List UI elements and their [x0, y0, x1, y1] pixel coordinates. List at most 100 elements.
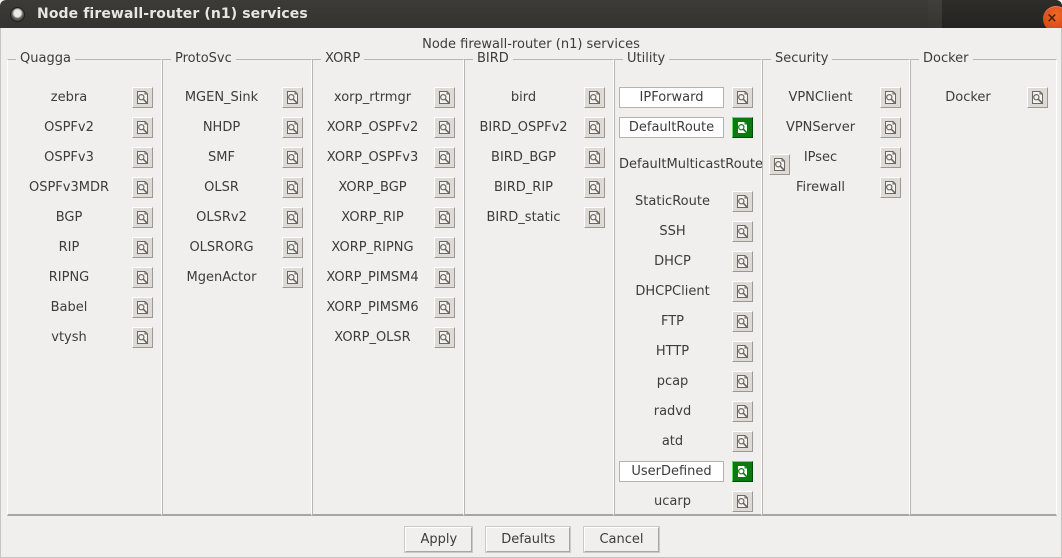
service-name-ftp[interactable]: FTP: [619, 314, 728, 329]
service-config-button[interactable]: [434, 116, 455, 138]
service-config-button[interactable]: [282, 116, 303, 138]
service-config-button[interactable]: [732, 460, 753, 482]
service-name-xorp_bgp[interactable]: XORP_BGP: [317, 180, 430, 195]
service-config-button[interactable]: [880, 176, 901, 198]
service-config-button[interactable]: [732, 280, 753, 302]
service-config-button[interactable]: [732, 490, 753, 512]
service-config-button[interactable]: [434, 176, 455, 198]
service-name-nhdp[interactable]: NHDP: [167, 120, 278, 135]
service-config-button[interactable]: [732, 430, 753, 452]
service-name-ucarp[interactable]: ucarp: [619, 494, 728, 509]
service-name-radvd[interactable]: radvd: [619, 404, 728, 419]
service-config-button[interactable]: [282, 86, 303, 108]
cancel-button[interactable]: Cancel: [584, 526, 659, 552]
apply-button[interactable]: Apply: [405, 526, 473, 552]
service-name-http[interactable]: HTTP: [619, 344, 728, 359]
service-name-xorp_ripng[interactable]: XORP_RIPNG: [317, 240, 430, 255]
defaults-button[interactable]: Defaults: [486, 526, 571, 552]
service-name-xorp_rtrmgr[interactable]: xorp_rtrmgr: [317, 90, 430, 105]
service-config-button[interactable]: [880, 116, 901, 138]
service-name-firewall[interactable]: Firewall: [767, 180, 876, 195]
service-name-bird_rip[interactable]: BIRD_RIP: [469, 180, 580, 195]
service-name-xorp_olsr[interactable]: XORP_OLSR: [317, 330, 430, 345]
service-config-button[interactable]: [434, 296, 455, 318]
service-config-button[interactable]: [434, 266, 455, 288]
service-name-mgenactor[interactable]: MgenActor: [167, 270, 278, 285]
service-name-xorp_ospfv3[interactable]: XORP_OSPFv3: [317, 150, 430, 165]
service-config-button[interactable]: [434, 236, 455, 258]
service-config-button[interactable]: [880, 86, 901, 108]
service-name-xorp_rip[interactable]: XORP_RIP: [317, 210, 430, 225]
service-name-smf[interactable]: SMF: [167, 150, 278, 165]
service-config-button[interactable]: [282, 176, 303, 198]
service-config-button[interactable]: [732, 190, 753, 212]
service-name-ipsec[interactable]: IPsec: [767, 150, 876, 165]
service-config-button[interactable]: [282, 146, 303, 168]
service-config-button[interactable]: [880, 146, 901, 168]
service-config-button[interactable]: [584, 176, 605, 198]
close-button[interactable]: ×: [1043, 6, 1062, 28]
service-config-button[interactable]: [1027, 86, 1048, 108]
service-name-xorp_pimsm4[interactable]: XORP_PIMSM4: [317, 270, 430, 285]
service-name-mgen_sink[interactable]: MGEN_Sink: [167, 90, 278, 105]
service-name-olsr[interactable]: OLSR: [167, 180, 278, 195]
service-config-button[interactable]: [132, 86, 153, 108]
service-config-button[interactable]: [732, 400, 753, 422]
service-name-ssh[interactable]: SSH: [619, 224, 728, 239]
service-name-defaultmulticastroute[interactable]: DefaultMulticastRoute: [619, 157, 765, 172]
service-name-zebra[interactable]: zebra: [12, 90, 128, 105]
service-name-docker[interactable]: Docker: [915, 90, 1023, 105]
service-name-userdefined[interactable]: UserDefined: [619, 460, 724, 482]
service-config-button[interactable]: [282, 206, 303, 228]
service-config-button[interactable]: [132, 176, 153, 198]
service-config-button[interactable]: [732, 86, 753, 108]
service-config-button[interactable]: [132, 296, 153, 318]
service-name-ospfv3[interactable]: OSPFv3: [12, 150, 128, 165]
service-config-button[interactable]: [132, 266, 153, 288]
service-config-button[interactable]: [434, 146, 455, 168]
service-config-button[interactable]: [132, 116, 153, 138]
service-name-vpnserver[interactable]: VPNServer: [767, 120, 876, 135]
service-name-olsrorg[interactable]: OLSRORG: [167, 240, 278, 255]
service-name-ipforward[interactable]: IPForward: [619, 86, 724, 108]
service-config-button[interactable]: [584, 206, 605, 228]
service-name-staticroute[interactable]: StaticRoute: [619, 194, 728, 209]
service-config-button[interactable]: [434, 206, 455, 228]
service-name-ripng[interactable]: RIPNG: [12, 270, 128, 285]
service-config-button[interactable]: [282, 236, 303, 258]
service-config-button[interactable]: [732, 310, 753, 332]
service-name-ospfv3mdr[interactable]: OSPFv3MDR: [12, 180, 128, 195]
service-name-bird_bgp[interactable]: BIRD_BGP: [469, 150, 580, 165]
service-config-button[interactable]: [132, 326, 153, 348]
service-config-button[interactable]: [584, 146, 605, 168]
service-config-button[interactable]: [732, 116, 753, 138]
service-name-vpnclient[interactable]: VPNClient: [767, 90, 876, 105]
service-name-bgp[interactable]: BGP: [12, 210, 128, 225]
service-config-button[interactable]: [732, 220, 753, 242]
service-name-olsrv2[interactable]: OLSRv2: [167, 210, 278, 225]
service-name-defaultroute[interactable]: DefaultRoute: [619, 116, 724, 138]
service-name-atd[interactable]: atd: [619, 434, 728, 449]
service-name-vtysh[interactable]: vtysh: [12, 330, 128, 345]
service-name-ospfv2[interactable]: OSPFv2: [12, 120, 128, 135]
service-name-pcap[interactable]: pcap: [619, 374, 728, 389]
service-name-dhcpclient[interactable]: DHCPClient: [619, 284, 728, 299]
service-config-button[interactable]: [132, 146, 153, 168]
service-config-button[interactable]: [434, 86, 455, 108]
service-config-button[interactable]: [132, 236, 153, 258]
service-config-button[interactable]: [732, 250, 753, 272]
service-config-button[interactable]: [434, 326, 455, 348]
service-name-babel[interactable]: Babel: [12, 300, 128, 315]
service-config-button[interactable]: [732, 370, 753, 392]
service-config-button[interactable]: [584, 86, 605, 108]
service-config-button[interactable]: [584, 116, 605, 138]
service-name-bird_static[interactable]: BIRD_static: [469, 210, 580, 225]
service-config-button[interactable]: [282, 266, 303, 288]
service-name-xorp_pimsm6[interactable]: XORP_PIMSM6: [317, 300, 430, 315]
service-config-button[interactable]: [132, 206, 153, 228]
service-config-button[interactable]: [732, 340, 753, 362]
service-name-bird_ospfv2[interactable]: BIRD_OSPFv2: [469, 120, 580, 135]
service-name-bird[interactable]: bird: [469, 90, 580, 105]
service-name-xorp_ospfv2[interactable]: XORP_OSPFv2: [317, 120, 430, 135]
service-name-dhcp[interactable]: DHCP: [619, 254, 728, 269]
